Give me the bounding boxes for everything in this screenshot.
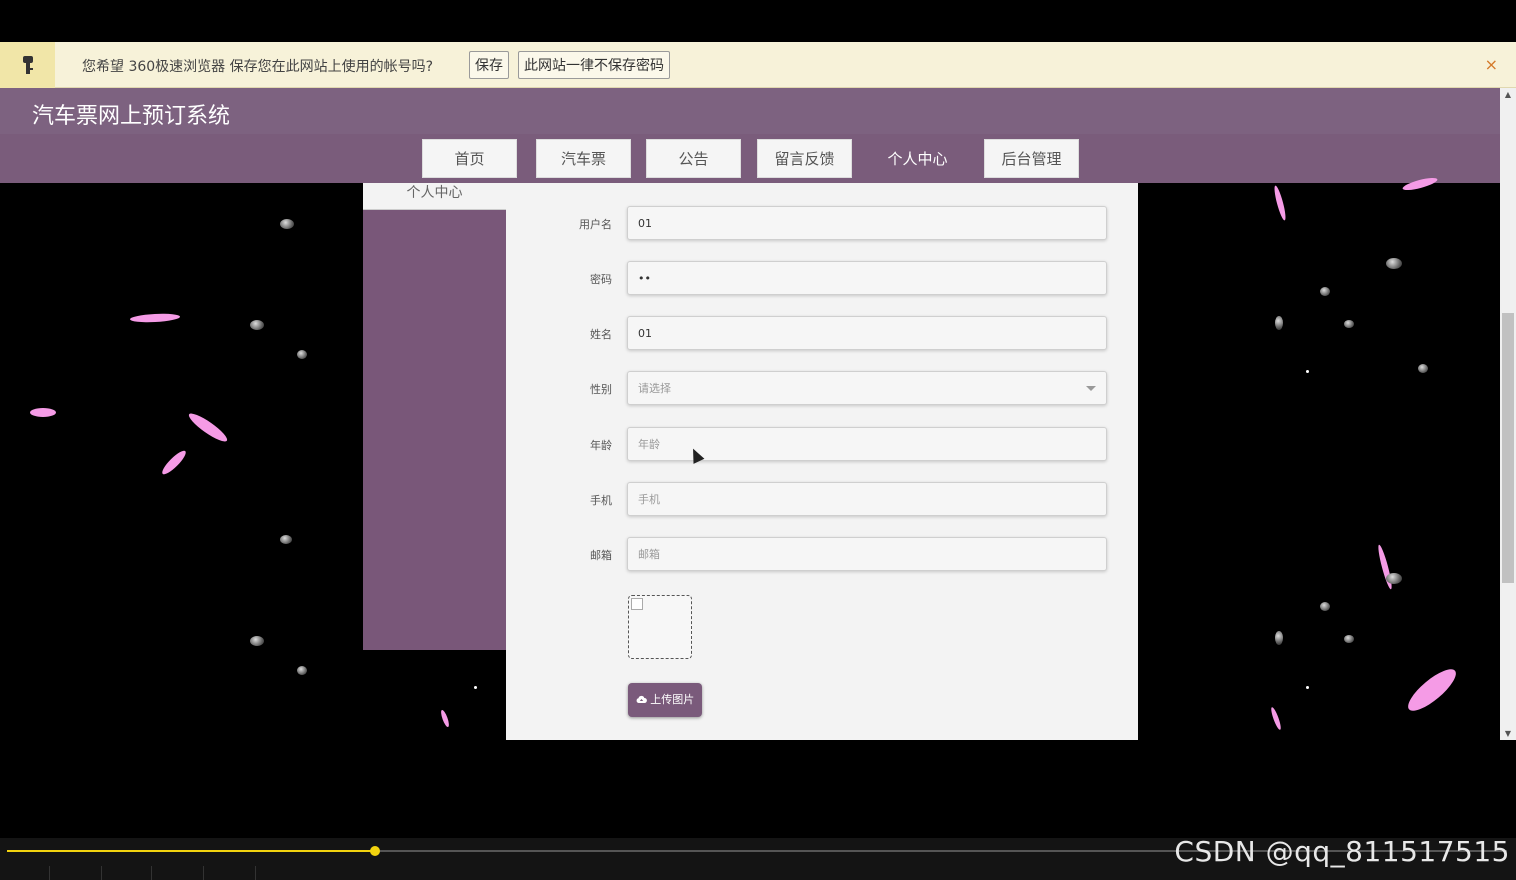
video-control[interactable]: [204, 866, 256, 880]
water-drop-decoration: [1320, 602, 1330, 611]
site-title: 汽车票网上预订系统: [32, 104, 231, 129]
gender-label: 性别: [590, 383, 612, 396]
gender-select-value: 请选择: [638, 382, 671, 395]
video-control[interactable]: [50, 866, 102, 880]
scroll-down-icon[interactable]: ▼: [1500, 729, 1516, 738]
water-drop-decoration: [250, 636, 264, 646]
water-drop-decoration: [1386, 573, 1402, 584]
upload-image-button[interactable]: 上传图片: [628, 683, 702, 717]
email-field[interactable]: 邮箱: [627, 537, 1107, 571]
nav-item-admin[interactable]: 后台管理: [984, 139, 1079, 178]
water-drop-decoration: [280, 219, 294, 229]
petal-decoration: [1402, 663, 1462, 717]
water-drop-decoration: [1418, 364, 1428, 373]
water-drop-decoration: [1386, 258, 1402, 269]
nav-item-tickets[interactable]: 汽车票: [536, 139, 631, 178]
cloud-upload-icon: [636, 695, 647, 703]
save-button[interactable]: 保存: [469, 51, 509, 79]
site-header: 汽车票网上预订系统: [0, 88, 1500, 134]
sparkle-decoration: [1306, 686, 1309, 689]
petal-decoration: [186, 409, 230, 446]
sidebar: 个人中心: [363, 183, 506, 650]
name-label: 姓名: [590, 328, 612, 341]
password-save-bar: 您希望 360极速浏览器 保存您在此网站上使用的帐号吗? 保存 此网站一律不保存…: [0, 42, 1516, 88]
close-icon[interactable]: ×: [1485, 55, 1498, 74]
form-row-phone: 手机 手机: [506, 482, 1138, 516]
petal-decoration: [129, 312, 181, 324]
save-prompt-text: 您希望 360极速浏览器 保存您在此网站上使用的帐号吗?: [82, 59, 434, 75]
water-drop-decoration: [297, 666, 307, 675]
screen: 您希望 360极速浏览器 保存您在此网站上使用的帐号吗? 保存 此网站一律不保存…: [0, 0, 1516, 880]
name-field[interactable]: 01: [627, 316, 1107, 350]
nav-item-profile[interactable]: 个人中心: [870, 139, 965, 178]
scrollbar-thumb[interactable]: [1502, 313, 1514, 583]
video-control[interactable]: [102, 866, 152, 880]
water-drop-decoration: [1344, 320, 1354, 328]
water-drop-decoration: [297, 350, 307, 359]
form-row-name: 姓名 01: [506, 316, 1138, 350]
sparkle-decoration: [1306, 370, 1309, 373]
username-field[interactable]: 01: [627, 206, 1107, 240]
petal-decoration: [439, 709, 451, 728]
username-label: 用户名: [579, 218, 612, 231]
csdn-watermark: CSDN @qq_811517515: [1174, 835, 1510, 868]
video-control[interactable]: [152, 866, 204, 880]
password-label: 密码: [590, 273, 612, 286]
phone-field[interactable]: 手机: [627, 482, 1107, 516]
chevron-down-icon: [1086, 386, 1096, 391]
never-save-button[interactable]: 此网站一律不保存密码: [518, 51, 670, 79]
broken-image-icon: [631, 598, 643, 610]
page-scrollbar[interactable]: ▲ ▼: [1500, 88, 1516, 740]
form-row-password: 密码 ••: [506, 261, 1138, 295]
upload-image-label: 上传图片: [650, 693, 695, 706]
petal-decoration: [1269, 706, 1283, 731]
water-drop-decoration: [1320, 287, 1330, 296]
form-row-age: 年龄 年龄: [506, 427, 1138, 461]
email-label: 邮箱: [590, 549, 612, 562]
form-row-gender: 性别 请选择: [506, 371, 1138, 405]
age-label: 年龄: [590, 439, 612, 452]
video-played-portion: [7, 850, 375, 852]
water-drop-decoration: [1344, 635, 1354, 643]
video-control[interactable]: [0, 866, 50, 880]
phone-label: 手机: [590, 494, 612, 507]
main-nav: 首页 汽车票 公告 留言反馈 个人中心 后台管理: [0, 134, 1500, 183]
nav-item-feedback[interactable]: 留言反馈: [757, 139, 852, 178]
sidebar-item-profile[interactable]: 个人中心: [363, 183, 506, 210]
petal-decoration: [159, 448, 189, 477]
petal-decoration: [30, 408, 56, 417]
water-drop-decoration: [1275, 316, 1283, 330]
profile-form: 用户名 01 密码 •• 姓名 01 性别 请选择 年龄 年龄 手机 手机 邮箱: [506, 183, 1138, 740]
form-row-username: 用户名 01: [506, 206, 1138, 240]
petal-decoration: [1272, 184, 1288, 222]
nav-item-announcements[interactable]: 公告: [646, 139, 741, 178]
form-row-email: 邮箱 邮箱: [506, 537, 1138, 571]
nav-item-home[interactable]: 首页: [422, 139, 517, 178]
water-drop-decoration: [1275, 631, 1283, 645]
scroll-up-icon[interactable]: ▲: [1500, 90, 1516, 99]
avatar-preview: [628, 595, 692, 659]
water-drop-decoration: [280, 535, 292, 544]
sparkle-decoration: [474, 686, 477, 689]
gender-select[interactable]: 请选择: [627, 371, 1107, 405]
water-drop-decoration: [250, 320, 264, 330]
key-icon: [0, 42, 55, 88]
password-field[interactable]: ••: [627, 261, 1107, 295]
video-seek-handle[interactable]: [369, 846, 380, 856]
